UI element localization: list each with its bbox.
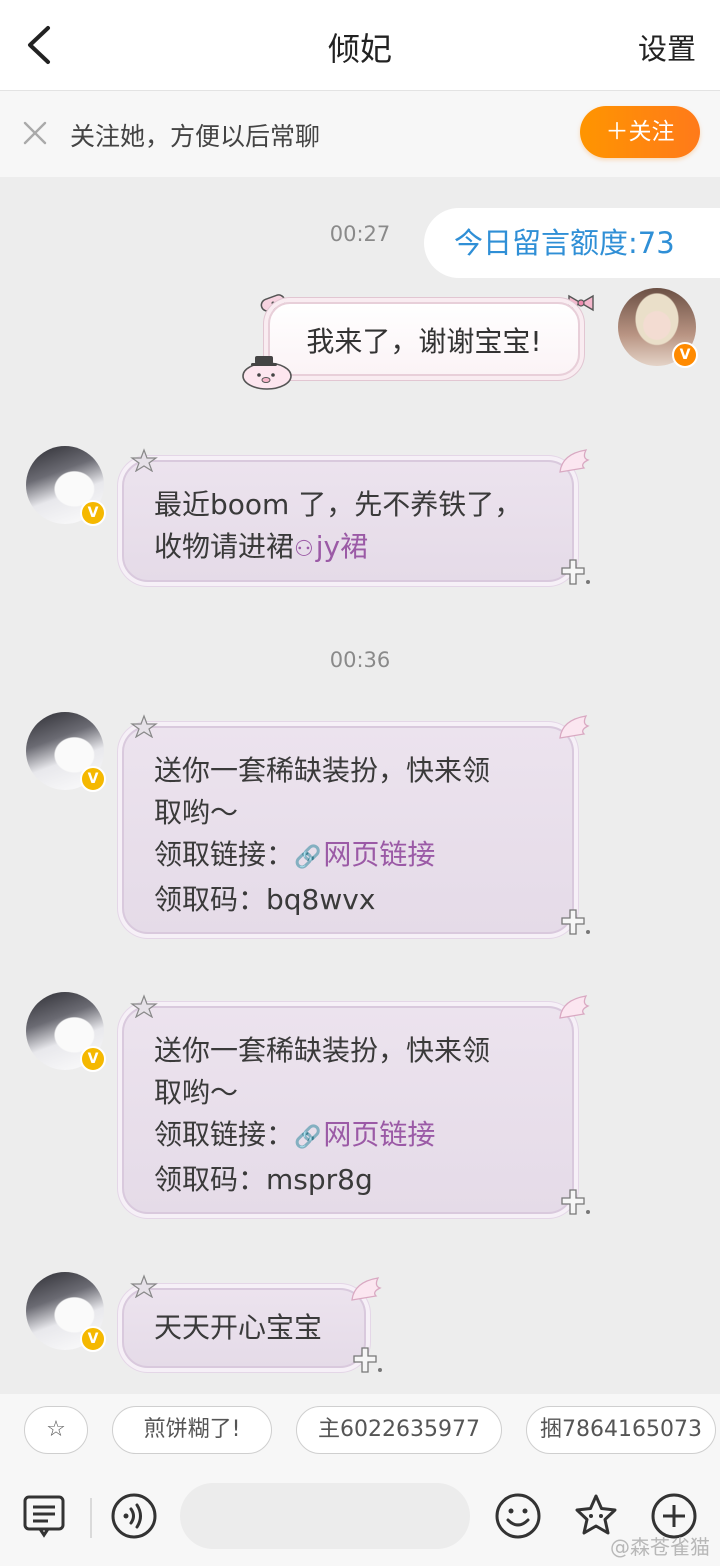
close-icon[interactable] — [22, 120, 48, 146]
star-decoration-icon — [130, 1274, 158, 1298]
cross-decoration-icon — [561, 909, 590, 935]
contact-avatar[interactable]: V — [26, 446, 106, 526]
quick-tag[interactable]: 主6022635977 — [296, 1406, 502, 1454]
message-line: 送你一套稀缺装扮，快来领 — [154, 1034, 491, 1067]
group-link[interactable]: jy裙 — [316, 530, 368, 563]
settings-button[interactable]: 设置 — [638, 26, 696, 68]
web-link[interactable]: 网页链接 — [323, 1118, 435, 1151]
message-line: 领取链接：🔗网页链接 — [154, 834, 542, 879]
group-icon: ⚇ — [294, 537, 314, 562]
follow-prompt-text: 关注她，方便以后常聊 — [70, 122, 321, 151]
keyboard-menu-icon[interactable] — [20, 1492, 68, 1540]
quick-tag-star[interactable]: ☆ — [24, 1406, 88, 1454]
message-line: 最近boom 了，先不养铁了， — [154, 488, 523, 521]
contact-avatar[interactable]: V — [26, 992, 106, 1072]
top-nav-bar: 倾妃 设置 — [0, 0, 720, 91]
cute-pig-decoration-icon — [242, 356, 292, 390]
message-line: 领取链接：🔗网页链接 — [154, 1114, 542, 1159]
emoji-icon[interactable] — [494, 1492, 542, 1540]
contact-avatar[interactable]: V — [26, 1272, 106, 1352]
message-quota-pill: 今日留言额度:73 — [424, 208, 720, 278]
my-avatar[interactable]: V — [618, 288, 698, 368]
link-icon: 🔗 — [294, 1125, 322, 1150]
voice-icon[interactable] — [110, 1492, 158, 1540]
quick-tag[interactable]: 煎饼糊了! — [112, 1406, 272, 1454]
message-line: 领取码：mspr8g — [154, 1163, 373, 1196]
message-text: 领取链接： — [154, 1118, 295, 1151]
message-line: 收物请进裙⚇jy裙 — [154, 526, 542, 571]
chat-title: 倾妃 — [327, 30, 392, 68]
web-link[interactable]: 网页链接 — [323, 838, 435, 871]
cross-decoration-icon — [353, 1347, 382, 1373]
toolbar-divider — [90, 1498, 92, 1538]
received-message-bubble[interactable]: 送你一套稀缺装扮，快来领 取哟～ 领取链接：🔗网页链接 领取码：mspr8g — [122, 1006, 574, 1214]
watermark: @森苍雀猫 — [610, 1535, 710, 1559]
star-decoration-icon — [130, 448, 158, 472]
follow-button[interactable]: ＋关注 — [580, 106, 700, 158]
verified-badge-icon: V — [80, 766, 106, 792]
message-line: 送你一套稀缺装扮，快来领 — [154, 754, 491, 787]
message-line: 取哟～ — [154, 796, 239, 829]
quick-reply-bar: ☆ 煎饼糊了! 主6022635977 捆7864165073 — [0, 1394, 720, 1470]
wing-decoration-icon — [559, 449, 590, 473]
message-text: 领取链接： — [154, 838, 295, 871]
wing-decoration-icon — [559, 715, 590, 739]
cross-decoration-icon — [561, 559, 590, 585]
verified-badge-icon: V — [80, 1046, 106, 1072]
message-line: 领取码：bq8wvx — [154, 883, 376, 916]
verified-badge-icon: V — [672, 342, 698, 368]
timestamp: 00:36 — [329, 648, 391, 672]
star-decoration-icon — [130, 714, 158, 738]
message-input[interactable] — [180, 1483, 470, 1549]
quick-tag[interactable]: 捆7864165073 — [526, 1406, 716, 1454]
message-line: 取哟～ — [154, 1076, 239, 1109]
link-icon: 🔗 — [294, 845, 322, 870]
message-text: 收物请进裙 — [154, 530, 295, 563]
wing-decoration-icon — [351, 1277, 382, 1301]
verified-badge-icon: V — [80, 1326, 106, 1352]
wing-decoration-icon — [559, 995, 590, 1019]
message-line: 天天开心宝宝 — [154, 1311, 323, 1344]
cross-decoration-icon — [561, 1189, 590, 1215]
verified-badge-icon: V — [80, 500, 106, 526]
star-decoration-icon — [130, 994, 158, 1018]
input-toolbar: @森苍雀猫 — [0, 1470, 720, 1566]
my-message-bubble[interactable]: 我来了，谢谢宝宝! — [268, 302, 580, 376]
contact-avatar[interactable]: V — [26, 712, 106, 792]
received-message-bubble[interactable]: 送你一套稀缺装扮，快来领 取哟～ 领取链接：🔗网页链接 领取码：bq8wvx — [122, 726, 574, 934]
follow-prompt-bar: 关注她，方便以后常聊 ＋关注 — [0, 91, 720, 177]
received-message-bubble[interactable]: 最近boom 了，先不养铁了， 收物请进裙⚇jy裙 — [122, 460, 574, 582]
my-message-text: 我来了，谢谢宝宝! — [306, 325, 542, 358]
received-message-bubble[interactable]: 天天开心宝宝 — [122, 1288, 366, 1368]
